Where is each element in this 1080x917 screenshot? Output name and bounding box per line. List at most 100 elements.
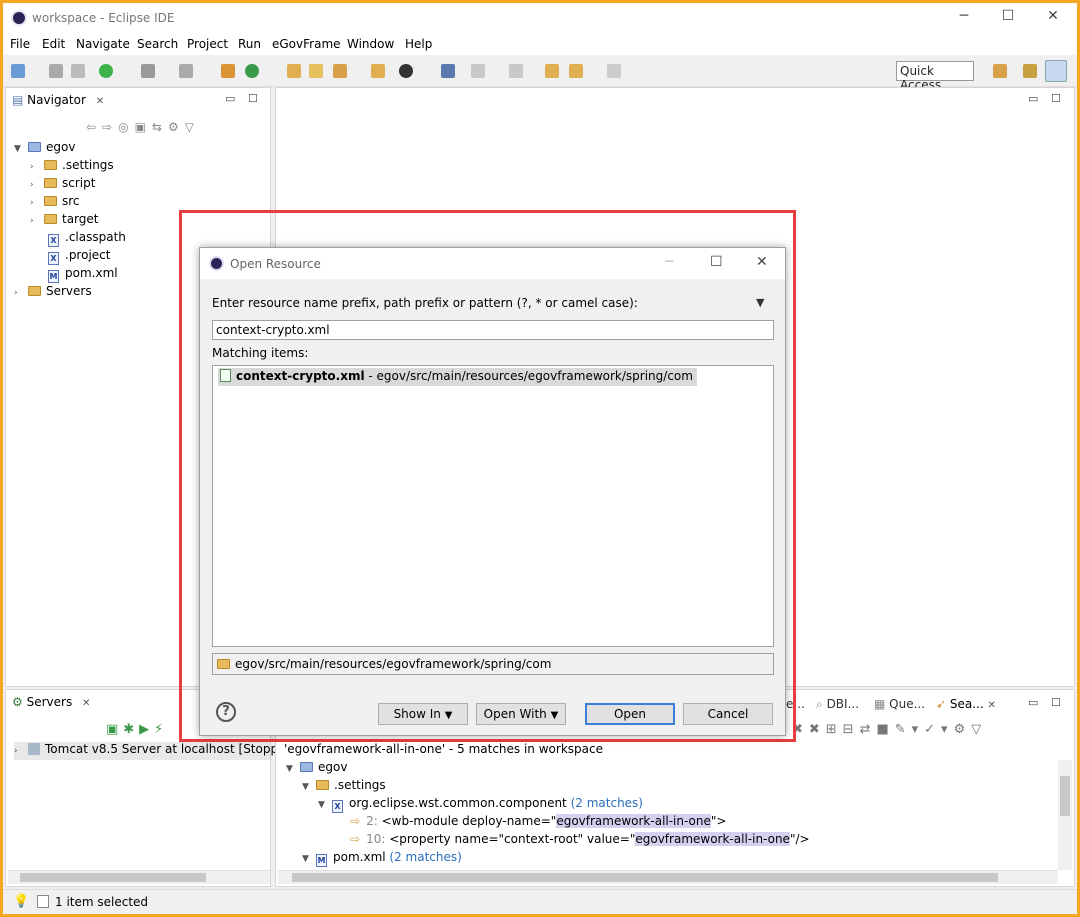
user-icon[interactable] [399,64,413,78]
save-icon[interactable] [49,64,63,78]
open-type-icon[interactable] [287,64,301,78]
menu-help[interactable]: Help [405,37,432,51]
server-icon [28,743,40,755]
dbi-icon: ⌕ [816,697,823,711]
tree-item-settings[interactable]: › .settings [30,158,114,176]
tree-item-src[interactable]: › src [30,194,80,212]
open-folder-icon[interactable] [309,64,323,78]
minimize-editor-icon[interactable]: ▭ [1028,92,1038,105]
servers-scrollbar[interactable] [8,870,270,884]
search-tree-egov[interactable]: ▼ egov [286,760,347,778]
search-match-1[interactable]: ⇨ 2: <wb-module deploy-name="egovframewor… [350,814,726,832]
build-icon[interactable] [221,64,235,78]
maven-file-icon: M [48,270,59,283]
last-edit-icon[interactable] [545,64,559,78]
next-annotation-icon[interactable] [471,64,485,78]
matching-item[interactable]: context-crypto.xml - egov/src/main/resou… [218,368,697,386]
folder-icon [44,214,57,224]
menu-file[interactable]: File [10,37,30,51]
dialog-minimize-button[interactable]: ─ [665,254,673,270]
minimize-search-icon[interactable]: ▭ [1028,696,1038,709]
prev-annotation-icon[interactable] [509,64,523,78]
search-toolbar[interactable]: ✖✖⊞⊟⇄■✎▾✓▾⚙▽ [792,722,987,737]
tree-item-script[interactable]: › script [30,176,95,194]
menu-run[interactable]: Run [238,37,261,51]
stop-icon[interactable] [141,64,155,78]
status-bar: 💡 1 item selected [3,889,1077,914]
debug-icon[interactable] [99,64,113,78]
tab-servers[interactable]: ⚙ Servers ✕ [6,690,97,714]
tree-item-egov[interactable]: ▼ egov [14,140,75,158]
servers-toolbar[interactable]: ▣✱▶⚡ [106,722,168,737]
menu-egovframe[interactable]: eGovFrame [272,37,341,51]
maximize-view-icon[interactable]: ☐ [248,92,258,105]
maximize-search-icon[interactable]: ☐ [1051,696,1061,709]
close-button[interactable]: ✕ [1038,8,1068,28]
history-dropdown-icon[interactable]: ▼ [756,296,764,309]
minimize-button[interactable]: ─ [949,8,979,28]
folder-icon [44,160,57,170]
open-perspective-icon[interactable] [993,64,1007,78]
new-icon[interactable] [11,64,25,78]
search-vscrollbar[interactable] [1058,760,1072,870]
forward-icon[interactable] [607,64,621,78]
search-tree-component[interactable]: ▼ Xorg.eclipse.wst.common.component (2 ma… [318,796,643,814]
matching-items-list[interactable]: context-crypto.xml - egov/src/main/resou… [212,365,774,647]
servers-icon: ⚙ [12,695,23,709]
egov-perspective-icon[interactable] [1045,60,1067,82]
tree-item-pom[interactable]: Mpom.xml [48,266,118,284]
menu-project[interactable]: Project [187,37,228,51]
open-resource-icon[interactable] [371,64,385,78]
search-tree-settings[interactable]: ▼ .settings [302,778,386,796]
console-icon[interactable] [441,64,455,78]
tab-dbi[interactable]: ⌕ DBI... [816,697,859,712]
server-row-tomcat[interactable]: › Tomcat v8.5 Server at localhost [Stoppe [14,742,285,760]
back-icon[interactable] [569,64,583,78]
close-tab-icon[interactable]: ✕ [96,96,104,107]
tree-item-target[interactable]: › target [30,212,99,230]
maximize-button[interactable]: ☐ [993,8,1023,28]
tree-item-classpath[interactable]: X .classpath [48,230,126,248]
xml-file-icon [220,369,231,382]
quick-access-field[interactable]: Quick Access [896,61,974,92]
folder-icon [316,780,329,790]
resource-pattern-input[interactable] [212,320,774,340]
close-tab-icon[interactable]: ✕ [988,700,996,711]
tab-search[interactable]: ➹ Sea... ✕ [932,692,1000,714]
dialog-title: Open Resource [230,257,321,271]
search-tree-pom[interactable]: ▼ Mpom.xml (2 matches) [302,850,462,868]
search-tool-icon[interactable] [333,64,347,78]
open-button[interactable]: Open [585,703,675,725]
save-all-icon[interactable] [71,64,85,78]
open-with-button[interactable]: Open With ▼ [476,703,566,725]
dialog-close-button[interactable]: ✕ [756,254,768,270]
tab-query[interactable]: ▦ Que... [874,697,925,711]
dropdown-arrow-icon: ▼ [444,710,453,721]
close-tab-icon[interactable]: ✕ [82,698,90,709]
title-bar: workspace - Eclipse IDE ─ ☐ ✕ [3,3,1077,33]
navigator-toolbar[interactable]: ⇦⇨◎▣⇆⚙▽ [86,120,200,134]
minimize-view-icon[interactable]: ▭ [225,92,235,105]
search-match-2[interactable]: ⇨ 10: <property name="context-root" value… [350,832,810,850]
maximize-editor-icon[interactable]: ☐ [1051,92,1061,105]
xml-file-icon: X [48,252,59,265]
menu-window[interactable]: Window [347,37,394,51]
show-in-button[interactable]: Show In ▼ [378,703,468,725]
dialog-maximize-button[interactable]: ☐ [710,254,723,270]
java-perspective-icon[interactable] [1023,64,1037,78]
tab-navigator[interactable]: ▤ Navigator ✕ [6,88,111,112]
menu-navigate[interactable]: Navigate [76,37,130,51]
menu-search[interactable]: Search [137,37,178,51]
tree-item-project[interactable]: X .project [48,248,110,266]
external-tools-icon[interactable] [179,64,193,78]
folder-icon [44,196,57,206]
selection-icon [37,895,49,908]
tree-item-servers[interactable]: › Servers [14,284,92,302]
help-icon[interactable]: ? [216,702,236,722]
xml-file-icon: X [48,234,59,247]
run-icon[interactable] [245,64,259,78]
search-icon: ➹ [936,697,947,711]
menu-edit[interactable]: Edit [42,37,65,51]
search-hscrollbar[interactable] [278,870,1058,884]
cancel-button[interactable]: Cancel [683,703,773,725]
